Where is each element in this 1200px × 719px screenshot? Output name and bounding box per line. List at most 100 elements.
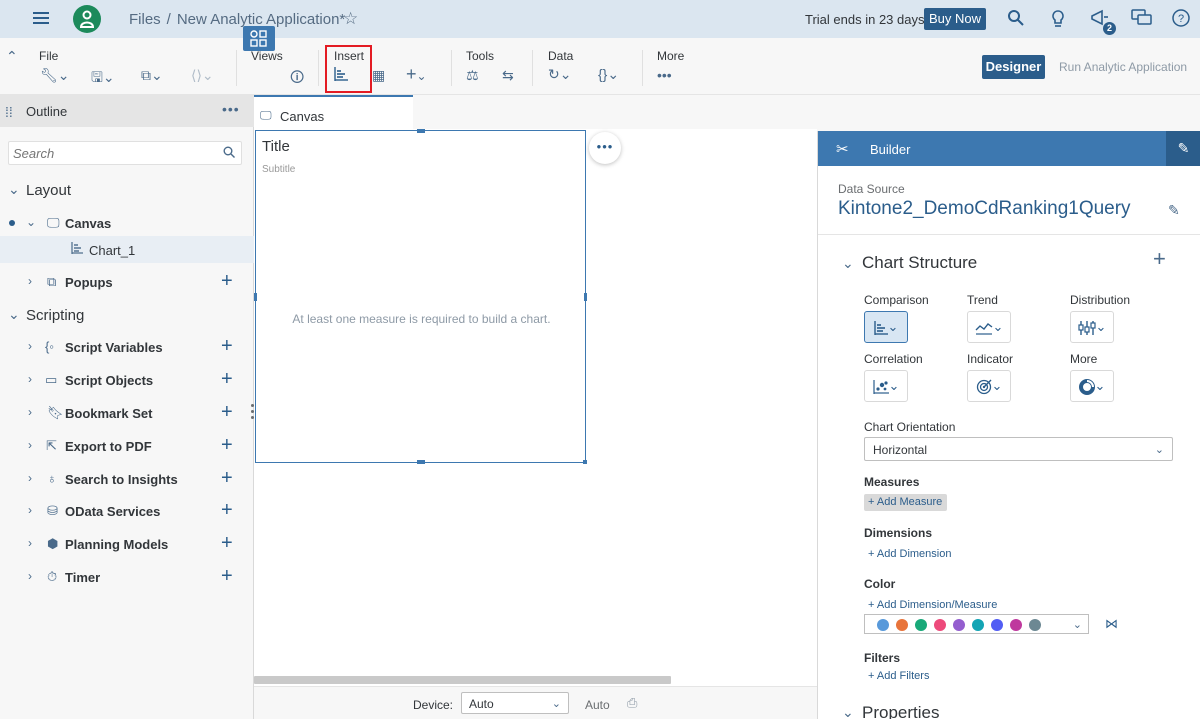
tree-item-search-insights[interactable]: › ♁ Search to Insights + bbox=[0, 465, 254, 493]
favorite-star-icon[interactable]: ☆ bbox=[343, 9, 358, 29]
formula-icon[interactable]: {}⌄ bbox=[598, 66, 619, 83]
popups-label: Popups bbox=[65, 275, 113, 290]
comparison-chart-button[interactable]: ⌄ bbox=[864, 311, 908, 343]
chevron-down-icon[interactable]: ⌄ bbox=[8, 306, 20, 323]
popup-icon: ⧉ bbox=[47, 274, 57, 289]
user-avatar[interactable] bbox=[73, 5, 101, 33]
chevron-right-icon[interactable]: › bbox=[28, 503, 32, 517]
tree-item-timer[interactable]: › ⏱︎ Timer + bbox=[0, 563, 254, 591]
device-label: Device: bbox=[413, 698, 454, 712]
copy-icon[interactable]: ⧉⌄ bbox=[141, 67, 163, 84]
balance-icon[interactable]: ⚖︎ bbox=[466, 67, 479, 84]
bookmark-icon: 🔖︎ bbox=[47, 405, 64, 420]
device-select[interactable]: Auto ⌄ bbox=[461, 692, 569, 714]
chevron-down-icon[interactable]: ⌄ bbox=[8, 181, 20, 198]
search-icon[interactable] bbox=[223, 146, 235, 161]
more-options-icon[interactable]: ••• bbox=[657, 67, 672, 83]
chevron-down-icon[interactable]: ⌄ bbox=[26, 215, 36, 229]
wrench-icon[interactable]: 🔧︎⌄ bbox=[40, 67, 70, 84]
resize-handle-right[interactable] bbox=[584, 293, 587, 301]
run-application-link[interactable]: Run Analytic Application bbox=[1059, 60, 1187, 74]
more-chart-button[interactable]: ⌄ bbox=[1070, 370, 1114, 402]
search-icon[interactable] bbox=[1007, 9, 1027, 29]
edit-pencil-icon[interactable]: ✎ bbox=[1168, 202, 1180, 219]
chevron-down-icon[interactable]: ⌄ bbox=[842, 704, 854, 719]
share-icon[interactable]: ⟨⟩⌄ bbox=[191, 67, 214, 84]
resize-handle-bottom[interactable] bbox=[417, 460, 425, 464]
scripting-item-label: Export to PDF bbox=[65, 439, 152, 454]
scripting-item-label: Timer bbox=[65, 570, 101, 585]
add-button[interactable]: + bbox=[221, 468, 233, 488]
tree-item-export-pdf[interactable]: › ⇱ Export to PDF + bbox=[0, 432, 254, 460]
color-palette-select[interactable]: ⌄ bbox=[864, 614, 1089, 634]
tab-canvas[interactable]: 🖵︎ Canvas bbox=[254, 95, 413, 131]
color-swatch bbox=[972, 619, 984, 631]
add-button[interactable]: + bbox=[221, 336, 233, 356]
chevron-right-icon[interactable]: › bbox=[28, 536, 32, 550]
horizontal-scrollbar[interactable] bbox=[254, 676, 671, 684]
chevron-right-icon[interactable]: › bbox=[28, 405, 32, 419]
lightbulb-icon[interactable] bbox=[1050, 9, 1070, 29]
resize-handle-left[interactable] bbox=[254, 293, 257, 301]
hamburger-menu-icon[interactable] bbox=[31, 9, 51, 29]
trend-chart-button[interactable]: ⌄ bbox=[967, 311, 1011, 343]
tree-item-script-variables[interactable]: › {◦ Script Variables + bbox=[0, 333, 254, 361]
chevron-right-icon[interactable]: › bbox=[28, 339, 32, 353]
feedback-icon[interactable] bbox=[1131, 9, 1152, 29]
chevron-right-icon[interactable]: › bbox=[28, 372, 32, 386]
add-button[interactable]: + bbox=[221, 435, 233, 455]
buy-now-button[interactable]: Buy Now bbox=[924, 8, 986, 30]
search-input[interactable] bbox=[13, 146, 213, 161]
compare-icon[interactable]: ⇆ bbox=[502, 67, 514, 84]
chart-widget[interactable]: Title Subtitle At least one measure is r… bbox=[254, 129, 587, 464]
tree-item-planning-models[interactable]: › ⬢ Planning Models + bbox=[0, 530, 254, 558]
add-filters-link[interactable]: + Add Filters bbox=[868, 670, 929, 682]
dimensions-label: Dimensions bbox=[864, 526, 933, 540]
breadcrumb-files-link[interactable]: Files bbox=[129, 11, 161, 28]
builder-header: ✂︎ Builder bbox=[818, 131, 1200, 166]
designer-button[interactable]: Designer bbox=[982, 55, 1045, 79]
chevron-right-icon[interactable]: › bbox=[28, 471, 32, 485]
chevron-right-icon[interactable]: › bbox=[28, 569, 32, 583]
tree-item-canvas[interactable]: ⌄ 🖵︎ Canvas bbox=[0, 209, 254, 237]
resize-handle-top[interactable] bbox=[417, 129, 425, 133]
outline-more-icon[interactable]: ••• bbox=[222, 101, 240, 117]
color-swatch bbox=[934, 619, 946, 631]
views-outline-button[interactable] bbox=[243, 26, 275, 51]
add-color-link[interactable]: + Add Dimension/Measure bbox=[868, 599, 997, 611]
tree-item-popups[interactable]: › ⧉ Popups + bbox=[0, 268, 254, 296]
add-measure-button[interactable]: + Add Measure bbox=[864, 494, 947, 511]
chevron-right-icon[interactable]: › bbox=[28, 438, 32, 452]
help-icon[interactable]: ? bbox=[1172, 9, 1192, 29]
add-button[interactable]: + bbox=[221, 500, 233, 520]
chevron-right-icon[interactable]: › bbox=[28, 274, 32, 288]
refresh-icon[interactable]: ↻⌄ bbox=[548, 66, 571, 83]
tree-item-odata[interactable]: › ⛁︎ OData Services + bbox=[0, 497, 254, 525]
orientation-select[interactable]: Horizontal ⌄ bbox=[864, 437, 1173, 461]
add-button[interactable]: + bbox=[221, 369, 233, 389]
add-button[interactable]: + bbox=[221, 533, 233, 553]
tree-item-bookmark-set[interactable]: › 🔖︎ Bookmark Set + bbox=[0, 399, 254, 427]
add-popup-button[interactable]: + bbox=[221, 271, 233, 291]
save-icon[interactable]: 🖫︎⌄ bbox=[91, 67, 115, 91]
add-button[interactable]: + bbox=[221, 566, 233, 586]
insert-more-icon[interactable]: +⌄ bbox=[406, 64, 427, 85]
resize-handle-corner[interactable] bbox=[583, 460, 587, 464]
insert-table-icon[interactable]: ▦ bbox=[372, 67, 385, 84]
add-button[interactable]: + bbox=[221, 402, 233, 422]
add-structure-button[interactable]: + bbox=[1153, 246, 1166, 272]
bar-chart-icon: ⌄ bbox=[873, 319, 899, 335]
styling-tab-icon[interactable]: ✎ bbox=[1166, 131, 1200, 166]
tree-item-chart[interactable]: Chart_1 bbox=[0, 236, 254, 263]
color-settings-icon[interactable]: ⋈ bbox=[1105, 616, 1118, 632]
indicator-chart-button[interactable]: ⌄ bbox=[967, 370, 1011, 402]
chevron-down-icon[interactable]: ⌄ bbox=[842, 255, 854, 272]
info-panel-icon[interactable]: 🛈︎ bbox=[290, 67, 304, 91]
tree-item-script-objects[interactable]: › ▭ Script Objects + bbox=[0, 366, 254, 394]
collapse-toolbar-icon[interactable]: ⌃ bbox=[6, 48, 18, 65]
device-preview-icon[interactable]: ⎙ bbox=[627, 695, 637, 711]
distribution-chart-button[interactable]: ⌄ bbox=[1070, 311, 1114, 343]
correlation-chart-button[interactable]: ⌄ bbox=[864, 370, 908, 402]
widget-more-options-icon[interactable]: ••• bbox=[589, 132, 621, 164]
add-dimension-link[interactable]: + Add Dimension bbox=[868, 548, 951, 560]
